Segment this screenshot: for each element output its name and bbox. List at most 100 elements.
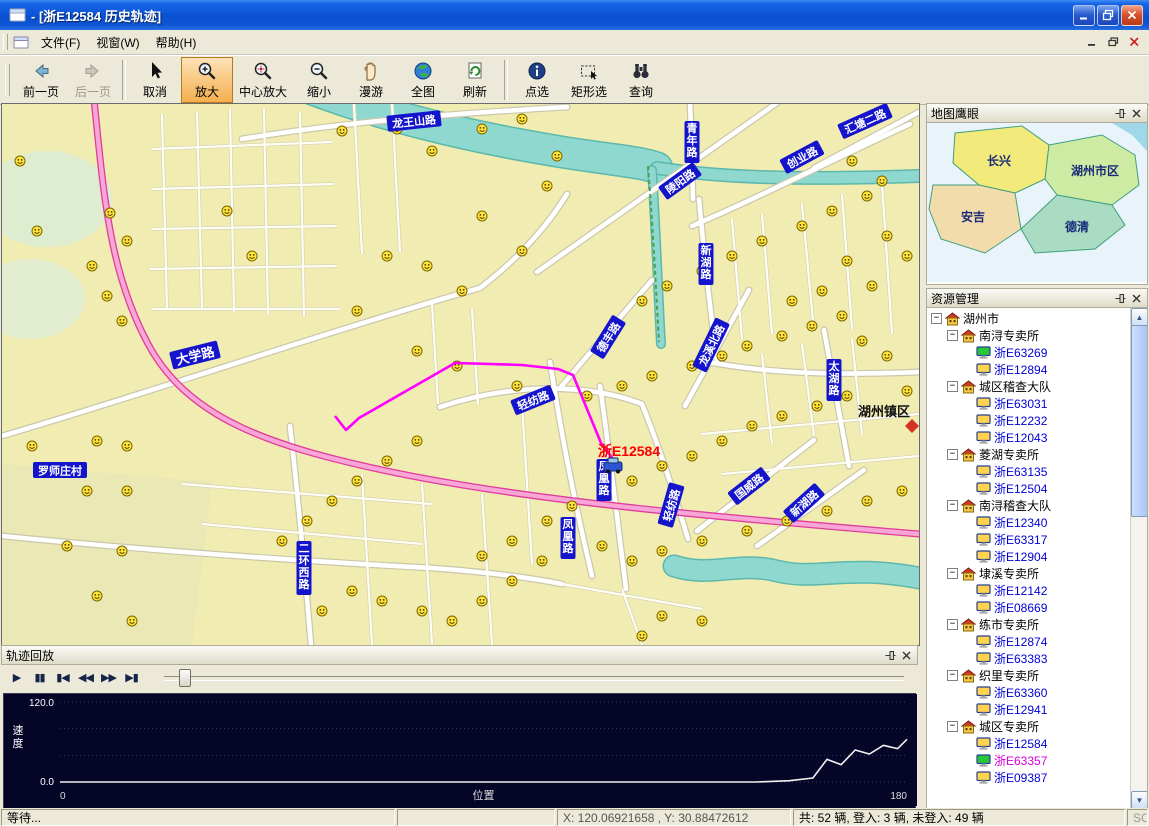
- vehicle-smiley-marker[interactable]: [627, 556, 637, 566]
- pin-icon[interactable]: [883, 649, 897, 662]
- vehicle-smiley-marker[interactable]: [862, 191, 872, 201]
- city-map[interactable]: 龙王山路汇塘二路青年路创业路陵阳路新湖路大学路德丰路龙溪北路轻纺路太湖路凤凰路国…: [2, 104, 919, 645]
- vehicle-smiley-marker[interactable]: [897, 486, 907, 496]
- vehicle-smiley-marker[interactable]: [417, 606, 427, 616]
- tree-expander[interactable]: −: [947, 721, 958, 732]
- tree-node-city[interactable]: −湖州市: [927, 310, 1131, 327]
- toolbar-button-pan[interactable]: 漫游: [345, 57, 397, 103]
- vehicle-smiley-marker[interactable]: [647, 371, 657, 381]
- tree-expander[interactable]: −: [931, 313, 942, 324]
- tree-expander[interactable]: −: [947, 381, 958, 392]
- vehicle-smiley-marker[interactable]: [757, 236, 767, 246]
- vehicle-smiley-marker[interactable]: [105, 208, 115, 218]
- vehicle-smiley-marker[interactable]: [317, 606, 327, 616]
- vehicle-smiley-marker[interactable]: [127, 616, 137, 626]
- vehicle-smiley-marker[interactable]: [747, 421, 757, 431]
- playback-play-button[interactable]: ▶: [5, 667, 28, 688]
- playback-skip-end-button[interactable]: ▶▮: [120, 667, 143, 688]
- vehicle-smiley-marker[interactable]: [122, 441, 132, 451]
- vehicle-smiley-marker[interactable]: [512, 381, 522, 391]
- tree-scrollbar[interactable]: ▲ ▼: [1130, 308, 1147, 809]
- vehicle-smiley-marker[interactable]: [117, 546, 127, 556]
- vehicle-smiley-marker[interactable]: [412, 346, 422, 356]
- vehicle-smiley-marker[interactable]: [627, 476, 637, 486]
- vehicle-smiley-marker[interactable]: [117, 316, 127, 326]
- vehicle-smiley-marker[interactable]: [102, 291, 112, 301]
- tree-node-group[interactable]: −南浔专卖所: [927, 327, 1131, 344]
- toolbar-button-prev-page[interactable]: 前一页: [15, 57, 67, 103]
- vehicle-smiley-marker[interactable]: [552, 151, 562, 161]
- vehicle-smiley-marker[interactable]: [662, 281, 672, 291]
- vehicle-smiley-marker[interactable]: [62, 541, 72, 551]
- vehicle-smiley-marker[interactable]: [517, 246, 527, 256]
- vehicle-smiley-marker[interactable]: [657, 461, 667, 471]
- menu-help[interactable]: 帮助(H): [148, 31, 205, 54]
- playback-fast-forward-button[interactable]: ▶▶: [97, 667, 120, 688]
- vehicle-smiley-marker[interactable]: [827, 206, 837, 216]
- vehicle-smiley-marker[interactable]: [87, 261, 97, 271]
- vehicle-smiley-marker[interactable]: [92, 436, 102, 446]
- map-view[interactable]: 龙王山路汇塘二路青年路创业路陵阳路新湖路大学路德丰路龙溪北路轻纺路太湖路凤凰路国…: [1, 103, 920, 646]
- vehicle-smiley-marker[interactable]: [857, 336, 867, 346]
- vehicle-smiley-marker[interactable]: [847, 156, 857, 166]
- tree-node-vehicle[interactable]: 浙E63360: [927, 684, 1131, 701]
- menubar-grip[interactable]: [3, 34, 8, 50]
- close-icon[interactable]: [1129, 107, 1143, 120]
- vehicle-smiley-marker[interactable]: [542, 516, 552, 526]
- vehicle-smiley-marker[interactable]: [222, 206, 232, 216]
- vehicle-smiley-marker[interactable]: [15, 156, 25, 166]
- vehicle-smiley-marker[interactable]: [777, 331, 787, 341]
- vehicle-smiley-marker[interactable]: [777, 411, 787, 421]
- vehicle-smiley-marker[interactable]: [742, 526, 752, 536]
- vehicle-smiley-marker[interactable]: [822, 506, 832, 516]
- tree-node-vehicle[interactable]: 浙E63317: [927, 531, 1131, 548]
- vehicle-smiley-marker[interactable]: [657, 546, 667, 556]
- tree-node-vehicle[interactable]: 浙E63357: [927, 752, 1131, 769]
- tree-node-vehicle[interactable]: 浙E12340: [927, 514, 1131, 531]
- tree-node-vehicle[interactable]: 浙E63031: [927, 395, 1131, 412]
- tree-expander[interactable]: −: [947, 619, 958, 630]
- vehicle-smiley-marker[interactable]: [477, 596, 487, 606]
- toolbar-button-zoom-in[interactable]: 放大: [181, 57, 233, 103]
- vehicle-smiley-marker[interactable]: [122, 236, 132, 246]
- vehicle-smiley-marker[interactable]: [477, 211, 487, 221]
- mdi-restore-button[interactable]: [1104, 34, 1122, 50]
- vehicle-smiley-marker[interactable]: [837, 311, 847, 321]
- mdi-minimize-button[interactable]: [1083, 34, 1101, 50]
- tree-node-vehicle[interactable]: 浙E08669: [927, 599, 1131, 616]
- tree-node-vehicle[interactable]: 浙E12504: [927, 480, 1131, 497]
- minimize-button[interactable]: [1073, 5, 1095, 26]
- vehicle-smiley-marker[interactable]: [637, 296, 647, 306]
- tree-expander[interactable]: −: [947, 670, 958, 681]
- tree-expander[interactable]: −: [947, 568, 958, 579]
- vehicle-smiley-marker[interactable]: [247, 251, 257, 261]
- vehicle-smiley-marker[interactable]: [567, 501, 577, 511]
- vehicle-smiley-marker[interactable]: [637, 631, 647, 641]
- tree-expander[interactable]: −: [947, 330, 958, 341]
- toolbar-button-refresh[interactable]: 刷新: [449, 57, 501, 103]
- vehicle-smiley-marker[interactable]: [507, 576, 517, 586]
- tree-node-vehicle[interactable]: 浙E12941: [927, 701, 1131, 718]
- close-icon[interactable]: [899, 649, 913, 662]
- vehicle-smiley-marker[interactable]: [727, 251, 737, 261]
- vehicle-smiley-marker[interactable]: [27, 441, 37, 451]
- vehicle-smiley-marker[interactable]: [717, 351, 727, 361]
- vehicle-smiley-marker[interactable]: [902, 251, 912, 261]
- close-button[interactable]: [1121, 5, 1143, 26]
- playback-step-back-button[interactable]: ▮◀: [51, 667, 74, 688]
- tree-node-vehicle[interactable]: 浙E12894: [927, 361, 1131, 378]
- vehicle-smiley-marker[interactable]: [882, 231, 892, 241]
- pin-icon[interactable]: [1113, 292, 1127, 305]
- vehicle-smiley-marker[interactable]: [477, 551, 487, 561]
- vehicle-smiley-marker[interactable]: [337, 126, 347, 136]
- vehicle-smiley-marker[interactable]: [842, 391, 852, 401]
- vehicle-smiley-marker[interactable]: [382, 456, 392, 466]
- vehicle-smiley-marker[interactable]: [687, 451, 697, 461]
- vehicle-smiley-marker[interactable]: [277, 536, 287, 546]
- vehicle-smiley-marker[interactable]: [657, 611, 667, 621]
- tree-node-vehicle[interactable]: 浙E63383: [927, 650, 1131, 667]
- tree-node-vehicle[interactable]: 浙E09387: [927, 769, 1131, 786]
- menu-window[interactable]: 视窗(W): [88, 31, 147, 54]
- vehicle-smiley-marker[interactable]: [122, 486, 132, 496]
- tree-node-vehicle[interactable]: 浙E12584: [927, 735, 1131, 752]
